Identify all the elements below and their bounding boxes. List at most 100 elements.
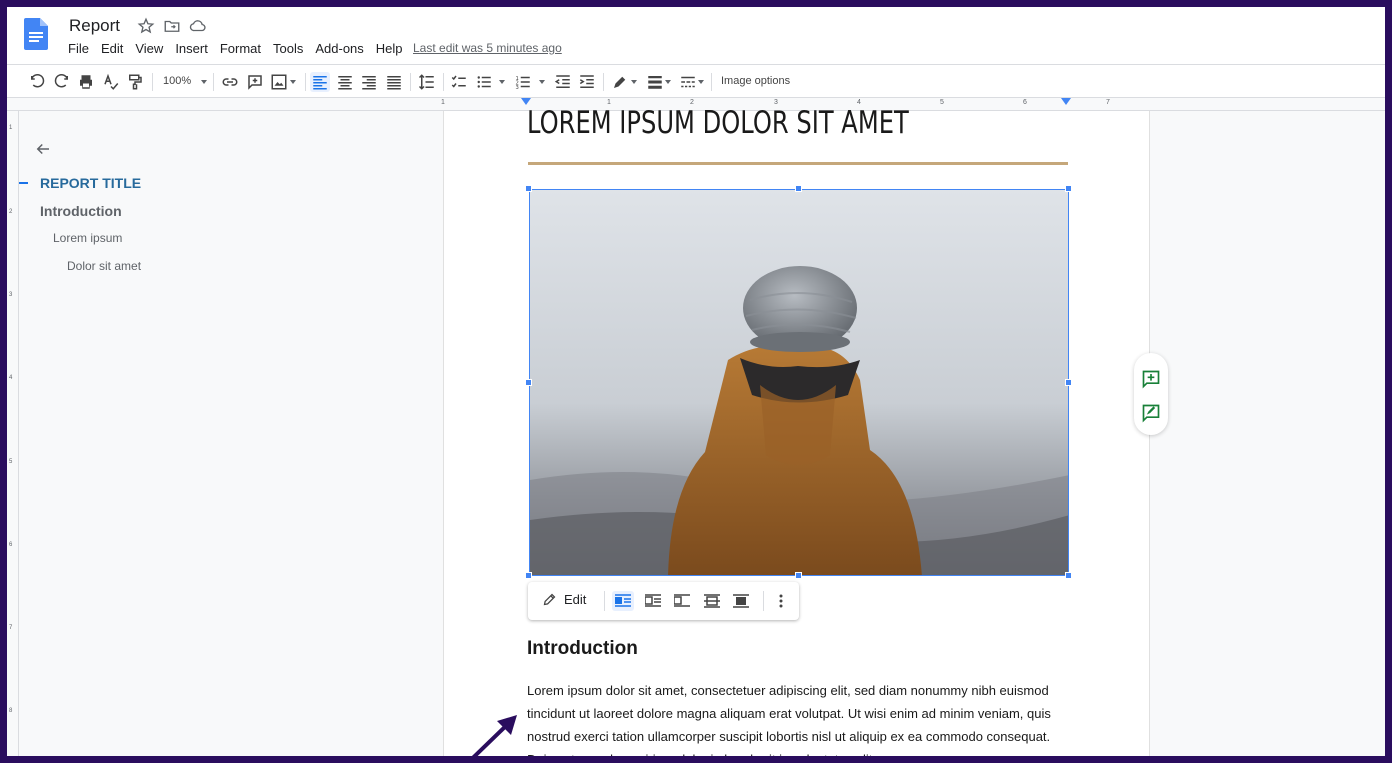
add-comment-button[interactable]	[245, 72, 265, 92]
body-paragraph[interactable]: Lorem ipsum dolor sit amet, consectetuer…	[527, 679, 1067, 756]
bullet-caret-icon[interactable]	[499, 80, 505, 84]
toolbar-divider	[711, 73, 712, 91]
border-dash-button[interactable]	[678, 72, 698, 92]
menu-bar: File Edit View Insert Format Tools Add-o…	[68, 41, 415, 56]
align-right-icon	[362, 76, 376, 90]
toolbar-divider	[604, 591, 605, 611]
image-options-button[interactable]: Image options	[721, 75, 790, 87]
resize-handle-top-left[interactable]	[525, 185, 532, 192]
insert-link-button[interactable]	[220, 72, 240, 92]
align-left-button[interactable]	[310, 72, 330, 92]
print-button[interactable]	[76, 72, 96, 92]
menu-edit[interactable]: Edit	[101, 41, 123, 56]
behind-text-icon	[704, 594, 720, 608]
vruler-number: 4	[9, 375, 13, 381]
vruler-number: 5	[9, 459, 13, 465]
document-page[interactable]: LOREM IPSUM DOLOR SIT AMET Edit Introduc…	[443, 105, 1150, 756]
border-color-caret-icon[interactable]	[631, 80, 637, 84]
in-front-of-text-button[interactable]	[730, 591, 752, 611]
ruler-number: 5	[940, 99, 944, 106]
resize-handle-bottom-left[interactable]	[525, 572, 532, 579]
insert-image-button[interactable]	[269, 72, 289, 92]
header: Report File Edit View Insert Format Tool…	[7, 7, 1385, 64]
menu-view[interactable]: View	[135, 41, 163, 56]
menu-file[interactable]: File	[68, 41, 89, 56]
last-edit-link[interactable]: Last edit was 5 minutes ago	[413, 41, 562, 55]
undo-button[interactable]	[27, 72, 47, 92]
in-front-of-text-icon	[733, 594, 749, 608]
zoom-select[interactable]: 100%	[163, 75, 191, 87]
document-title[interactable]: LOREM IPSUM DOLOR SIT AMET	[527, 105, 909, 141]
line-spacing-button[interactable]	[417, 72, 437, 92]
toolbar-divider	[152, 73, 153, 91]
image-caret-icon[interactable]	[290, 80, 296, 84]
bulleted-list-button[interactable]	[474, 72, 494, 92]
border-weight-caret-icon[interactable]	[665, 80, 671, 84]
justify-icon	[387, 76, 401, 90]
docs-logo-icon[interactable]	[24, 18, 48, 50]
toolbar-divider	[410, 73, 411, 91]
wrap-text-button[interactable]	[642, 591, 664, 611]
menu-addons[interactable]: Add-ons	[315, 41, 363, 56]
cloud-status-icon[interactable]	[189, 17, 207, 35]
back-arrow-icon[interactable]	[34, 140, 52, 158]
outline-item-introduction[interactable]: Introduction	[40, 203, 122, 219]
section-heading[interactable]: Introduction	[527, 638, 638, 660]
outline-item-lorem-ipsum[interactable]: Lorem ipsum	[53, 231, 122, 245]
checklist-button[interactable]	[449, 72, 469, 92]
toolbar-divider	[305, 73, 306, 91]
more-options-button[interactable]	[770, 591, 792, 611]
ruler-number: 6	[1023, 99, 1027, 106]
justify-button[interactable]	[384, 72, 404, 92]
border-color-icon	[614, 76, 626, 88]
move-folder-icon[interactable]	[163, 17, 181, 35]
menu-tools[interactable]: Tools	[273, 41, 303, 56]
vertical-ruler[interactable]: 1 2 3 4 5 6 7 8	[7, 111, 19, 756]
toolbar-divider	[213, 73, 214, 91]
image-icon	[271, 74, 287, 90]
right-indent-marker[interactable]	[1061, 98, 1071, 105]
numbered-list-button[interactable]: 123	[513, 72, 533, 92]
outline-item-report-title[interactable]: REPORT TITLE	[40, 175, 141, 191]
resize-handle-left[interactable]	[525, 379, 532, 386]
align-right-button[interactable]	[359, 72, 379, 92]
menu-insert[interactable]: Insert	[175, 41, 208, 56]
increase-indent-button[interactable]	[577, 72, 597, 92]
ruler-number: 7	[1106, 99, 1110, 106]
vruler-number: 7	[9, 625, 13, 631]
selected-image[interactable]	[529, 189, 1069, 576]
zoom-caret-icon[interactable]	[201, 80, 207, 84]
paint-format-button[interactable]	[125, 72, 145, 92]
ruler-number: 1	[441, 99, 445, 106]
person-photo	[530, 190, 1068, 575]
numbered-caret-icon[interactable]	[539, 80, 545, 84]
doc-title[interactable]: Report	[69, 16, 120, 36]
break-text-button[interactable]	[671, 591, 693, 611]
resize-handle-right[interactable]	[1065, 379, 1072, 386]
resize-handle-bottom[interactable]	[795, 572, 802, 579]
resize-handle-bottom-right[interactable]	[1065, 572, 1072, 579]
suggest-edits-icon[interactable]	[1141, 403, 1161, 423]
decrease-indent-button[interactable]	[553, 72, 573, 92]
border-dash-caret-icon[interactable]	[698, 80, 704, 84]
star-icon[interactable]	[137, 17, 155, 35]
border-weight-button[interactable]	[645, 72, 665, 92]
left-indent-marker[interactable]	[521, 98, 531, 105]
resize-handle-top-right[interactable]	[1065, 185, 1072, 192]
add-comment-icon[interactable]	[1141, 369, 1161, 389]
redo-button[interactable]	[52, 72, 72, 92]
edit-image-button[interactable]: Edit	[542, 592, 586, 607]
behind-text-button[interactable]	[701, 591, 723, 611]
spellcheck-button[interactable]	[101, 72, 121, 92]
resize-handle-top[interactable]	[795, 185, 802, 192]
wrap-inline-button[interactable]	[612, 591, 634, 611]
more-vert-icon	[779, 594, 783, 608]
border-dash-icon	[681, 76, 695, 88]
outline-item-dolor-sit-amet[interactable]: Dolor sit amet	[67, 259, 141, 273]
border-color-button[interactable]	[610, 72, 630, 92]
align-center-button[interactable]	[335, 72, 355, 92]
vruler-number: 8	[9, 708, 13, 714]
side-action-panel	[1134, 353, 1168, 435]
menu-format[interactable]: Format	[220, 41, 261, 56]
menu-help[interactable]: Help	[376, 41, 403, 56]
